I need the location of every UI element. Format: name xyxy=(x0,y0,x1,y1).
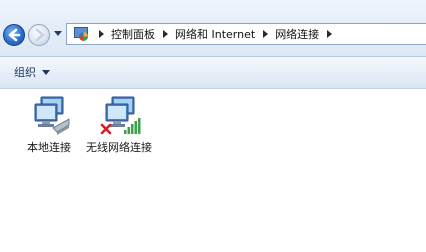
chevron-right-icon[interactable] xyxy=(263,30,269,38)
breadcrumb-network-connections[interactable]: 网络连接 xyxy=(275,26,339,42)
connections-view: 本地连接 无线网络连接 xyxy=(0,89,426,252)
breadcrumb-separator[interactable] xyxy=(91,30,111,38)
back-button[interactable] xyxy=(3,24,25,46)
organize-label: 组织 xyxy=(14,66,36,79)
breadcrumb-label: 控制面板 xyxy=(111,28,155,41)
breadcrumb-label: 网络和 Internet xyxy=(175,28,256,41)
forward-arrow-icon xyxy=(35,28,45,42)
organize-menu-button[interactable]: 组织 xyxy=(14,64,50,80)
address-bar[interactable]: 控制面板 网络和 Internet 网络连接 xyxy=(66,23,426,45)
chevron-right-icon[interactable] xyxy=(327,30,333,38)
chevron-down-icon xyxy=(42,69,50,75)
forward-button[interactable] xyxy=(28,24,50,46)
breadcrumb-network-internet[interactable]: 网络和 Internet xyxy=(175,26,275,42)
back-arrow-icon xyxy=(8,28,21,42)
connection-label: 无线网络连接 xyxy=(86,141,152,154)
chevron-right-icon[interactable] xyxy=(163,30,168,38)
control-panel-icon xyxy=(73,26,91,42)
disconnected-x-icon xyxy=(100,123,112,135)
breadcrumb-control-panel[interactable]: 控制面板 xyxy=(111,26,175,42)
breadcrumb-label: 网络连接 xyxy=(275,28,320,41)
local-area-connection-icon xyxy=(34,96,70,135)
recent-pages-dropdown[interactable] xyxy=(54,31,62,36)
navigation-bar: 控制面板 网络和 Internet 网络连接 xyxy=(0,0,426,57)
connection-label: 本地连接 xyxy=(27,141,71,154)
wireless-network-connection-icon xyxy=(100,96,141,135)
connection-item-wireless[interactable]: 无线网络连接 xyxy=(84,95,154,155)
command-toolbar: 组织 xyxy=(0,57,426,89)
connection-item-local[interactable]: 本地连接 xyxy=(18,95,80,155)
